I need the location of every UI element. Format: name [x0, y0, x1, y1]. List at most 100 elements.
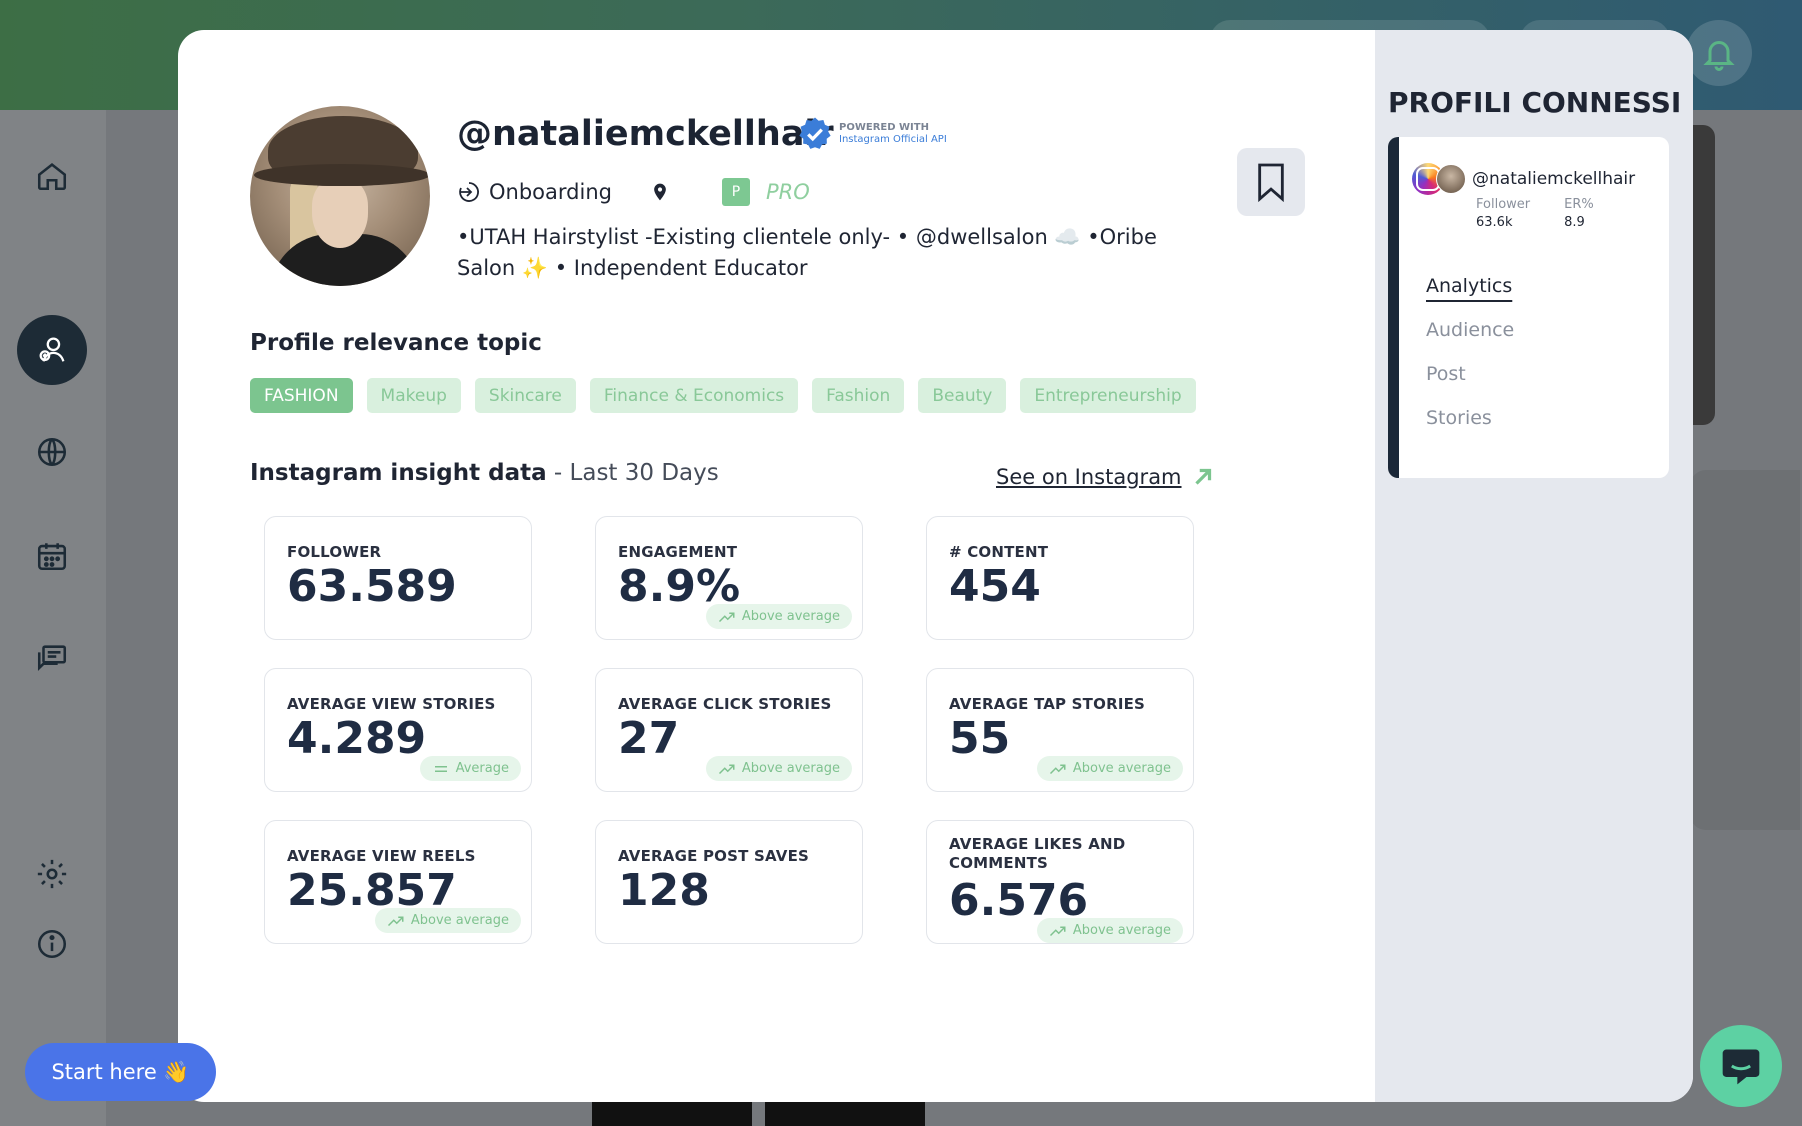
plan-badge: P: [721, 178, 750, 206]
metric-label: AVERAGE CLICK STORIES: [618, 695, 832, 713]
chat-support-button[interactable]: [1700, 1025, 1782, 1107]
metric-card-tap-stories: AVERAGE TAP STORIES 55 Above average: [926, 668, 1194, 792]
trend-up-icon: [718, 764, 735, 774]
mini-avatar: [1436, 164, 1466, 194]
equals-icon: [434, 765, 447, 772]
bookmark-icon: [1258, 163, 1284, 202]
metric-label: AVERAGE VIEW STORIES: [287, 695, 496, 713]
metric-value: 128: [618, 865, 710, 916]
metric-label: ENGAGEMENT: [618, 543, 738, 561]
verified-check-icon: [799, 117, 831, 149]
badge-text: Average: [455, 761, 509, 776]
nav-analytics[interactable]: Analytics: [1426, 275, 1514, 297]
api-badge-text: POWERED WITH Instagram Official API: [839, 122, 947, 146]
metric-value: 454: [949, 561, 1041, 612]
metric-label: FOLLOWER: [287, 543, 382, 561]
stat-value: 63.6k: [1476, 215, 1513, 230]
see-on-instagram-link[interactable]: See on Instagram: [996, 464, 1216, 490]
metric-label: AVERAGE TAP STORIES: [949, 695, 1146, 713]
stat-follower: Follower 63.6k: [1476, 197, 1530, 230]
insight-section-title: Instagram insight data - Last 30 Days: [250, 460, 719, 486]
settings-gear-icon[interactable]: [26, 848, 78, 900]
metric-label: # CONTENT: [949, 543, 1049, 561]
home-icon[interactable]: [26, 150, 78, 202]
nav-stories[interactable]: Stories: [1426, 407, 1514, 429]
benchmark-badge: Above average: [1036, 756, 1183, 781]
login-arrow-icon: [459, 182, 479, 202]
topic-tag[interactable]: Beauty: [918, 378, 1007, 413]
connected-profile-header: @nataliemckellhair: [1412, 163, 1635, 195]
active-indicator: [1388, 137, 1399, 478]
plan-label: PRO: [765, 180, 810, 204]
stat-label: Follower: [1476, 197, 1531, 212]
trend-up-icon: [718, 612, 735, 622]
topic-tag[interactable]: FASHION: [250, 378, 353, 413]
profile-modal: @nataliemckellhair POWERED WITH Instagra…: [178, 30, 1693, 1102]
metric-card-view-reels: AVERAGE VIEW REELS 25.857 Above average: [264, 820, 532, 944]
topic-tag[interactable]: Makeup: [366, 378, 461, 413]
connected-profile-card[interactable]: @nataliemckellhair Follower 63.6k ER% 8.…: [1388, 137, 1669, 478]
nav-post[interactable]: Post: [1426, 363, 1514, 385]
benchmark-badge: Above average: [374, 908, 521, 933]
metric-value: 4.289: [287, 713, 427, 764]
api-badge-line1: POWERED WITH: [839, 122, 929, 133]
location-pin-icon: [654, 183, 666, 201]
stat-label: ER%: [1564, 197, 1594, 212]
insight-title-text: Instagram insight data: [250, 460, 547, 486]
globe-icon[interactable]: [26, 426, 78, 478]
topic-tag[interactable]: Finance & Economics: [589, 378, 799, 413]
metric-label: AVERAGE LIKES AND COMMENTS: [949, 835, 1126, 872]
metric-card-follower: FOLLOWER 63.589: [264, 516, 532, 640]
arrow-up-right-icon: [1194, 468, 1211, 485]
profile-username: @nataliemckellhair: [457, 114, 834, 154]
panel-title: PROFILI CONNESSI: [1388, 86, 1682, 119]
background-card: [1690, 470, 1800, 830]
benchmark-badge: Above average: [705, 604, 852, 629]
chat-bubble-icon: [1722, 1049, 1760, 1085]
status-text: Onboarding: [489, 180, 612, 204]
metric-card-post-saves: AVERAGE POST SAVES 128: [595, 820, 863, 944]
trend-up-icon: [1049, 926, 1066, 936]
trend-up-icon: [387, 916, 404, 926]
connected-profiles-panel: PROFILI CONNESSI @nataliemckellhair Foll…: [1375, 30, 1693, 1102]
see-on-instagram-label: See on Instagram: [996, 465, 1182, 489]
benchmark-badge: Above average: [705, 756, 852, 781]
metric-value: 27: [618, 713, 680, 764]
topic-tag[interactable]: Entrepreneurship: [1020, 378, 1196, 413]
metric-value: 63.589: [287, 561, 457, 612]
metric-card-engagement: ENGAGEMENT 8.9% Above average: [595, 516, 863, 640]
metric-label: AVERAGE POST SAVES: [618, 847, 810, 865]
messages-icon[interactable]: [26, 632, 78, 684]
trend-up-icon: [1049, 764, 1066, 774]
badge-text: Above average: [741, 761, 840, 776]
creators-search-icon[interactable]: [17, 315, 87, 385]
topic-tag[interactable]: Fashion: [812, 378, 905, 413]
bookmark-button[interactable]: [1237, 148, 1305, 216]
metric-value: 55: [949, 713, 1011, 764]
background-phone-preview: [592, 1100, 752, 1126]
connected-username: @nataliemckellhair: [1472, 169, 1636, 189]
profile-meta: Onboarding P PRO: [457, 178, 810, 206]
nav-audience[interactable]: Audience: [1426, 319, 1514, 341]
badge-text: Above average: [741, 609, 840, 624]
api-badge-line2: Instagram Official API: [839, 134, 947, 145]
metric-card-view-stories: AVERAGE VIEW STORIES 4.289 Average: [264, 668, 532, 792]
app-sidebar: [0, 110, 106, 1126]
notification-bell-icon[interactable]: [1686, 20, 1752, 86]
metric-card-click-stories: AVERAGE CLICK STORIES 27 Above average: [595, 668, 863, 792]
stat-value: 8.9: [1564, 215, 1585, 230]
topic-section-title: Profile relevance topic: [250, 330, 542, 356]
benchmark-badge: Average: [419, 756, 521, 781]
background-phone-preview: [765, 1100, 925, 1126]
bio-line: •UTAH Hairstylist -Existing clientele on…: [457, 225, 1157, 249]
start-here-button[interactable]: Start here 👋: [25, 1043, 216, 1101]
calendar-icon[interactable]: [26, 530, 78, 582]
instagram-api-badge: POWERED WITH Instagram Official API: [797, 116, 947, 152]
topic-tag[interactable]: Skincare: [474, 378, 576, 413]
bio-line: Salon ✨ • Independent Educator: [457, 256, 808, 280]
badge-text: Above average: [1072, 761, 1171, 776]
info-icon[interactable]: [26, 918, 78, 970]
topic-tags: FASHION Makeup Skincare Finance & Econom…: [250, 378, 1196, 413]
profile-bio: •UTAH Hairstylist -Existing clientele on…: [457, 222, 1157, 284]
stat-er: ER% 8.9: [1564, 197, 1594, 230]
